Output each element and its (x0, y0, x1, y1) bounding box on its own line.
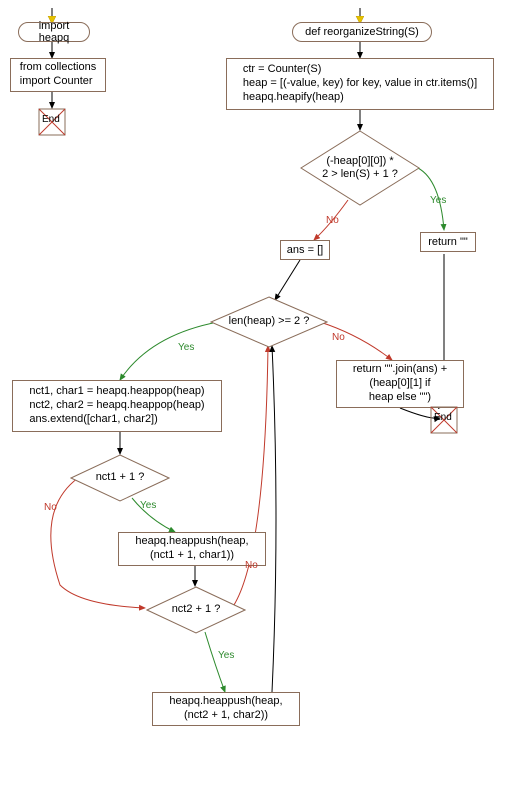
import-counter-text: from collections import Counter (20, 61, 96, 89)
flow2-end-node: End (430, 406, 458, 434)
push2-text: heapq.heappush(heap, (nct2 + 1, char2)) (169, 695, 282, 723)
push2-node: heapq.heappush(heap, (nct2 + 1, char2)) (152, 692, 300, 726)
init-box-text: ctr = Counter(S) heap = [(-value, key) f… (243, 63, 477, 104)
cond4-text: nct2 + 1 ? (172, 603, 221, 616)
return-join-text: return "".join(ans) + (heap[0][1] if hea… (353, 363, 447, 404)
ans-init-node: ans = [] (280, 240, 330, 260)
push1-text: heapq.heappush(heap, (nct1 + 1, char1)) (135, 535, 248, 563)
return-empty-node: return "" (420, 232, 476, 252)
flow2-end-text: End (434, 412, 452, 423)
cond4-node: nct2 + 1 ? (146, 586, 246, 634)
cond1-node: (-heap[0][0]) * 2 > len(S) + 1 ? (300, 130, 420, 206)
cond3-node: nct1 + 1 ? (70, 454, 170, 502)
cond4-no-label: No (245, 560, 258, 571)
ans-init-text: ans = [] (287, 244, 323, 256)
cond2-yes-label: Yes (178, 342, 194, 353)
func-def-node: def reorganizeString(S) (292, 22, 432, 42)
cond2-node: len(heap) >= 2 ? (210, 296, 328, 348)
return-empty-text: return "" (428, 236, 468, 248)
import-heapq-node: import heapq (18, 22, 90, 42)
flow1-end-text: End (42, 114, 60, 125)
cond4-yes-label: Yes (218, 650, 234, 661)
import-counter-node: from collections import Counter (10, 58, 106, 92)
pop-box-text: nct1, char1 = heapq.heappop(heap) nct2, … (29, 385, 204, 426)
init-box-node: ctr = Counter(S) heap = [(-value, key) f… (226, 58, 494, 110)
cond1-yes-label: Yes (430, 195, 446, 206)
import-heapq-text: import heapq (25, 20, 83, 44)
cond2-no-label: No (332, 332, 345, 343)
cond3-text: nct1 + 1 ? (96, 471, 145, 484)
cond3-no-label: No (44, 502, 57, 513)
cond3-yes-label: Yes (140, 500, 156, 511)
cond1-no-label: No (326, 215, 339, 226)
pop-box-node: nct1, char1 = heapq.heappop(heap) nct2, … (12, 380, 222, 432)
cond2-text: len(heap) >= 2 ? (229, 315, 310, 328)
return-join-node: return "".join(ans) + (heap[0][1] if hea… (336, 360, 464, 408)
push1-node: heapq.heappush(heap, (nct1 + 1, char1)) (118, 532, 266, 566)
flow1-end-node: End (38, 108, 66, 136)
cond1-text: (-heap[0][0]) * 2 > len(S) + 1 ? (322, 155, 398, 181)
func-def-text: def reorganizeString(S) (305, 26, 419, 38)
